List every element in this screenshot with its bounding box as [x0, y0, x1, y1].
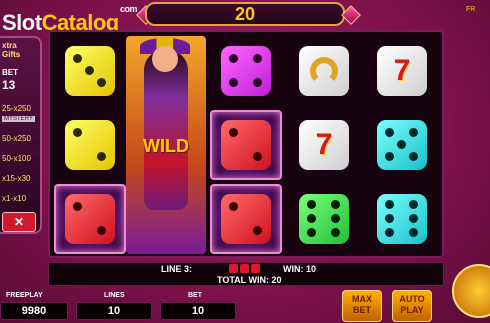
win-display: 20: [145, 2, 345, 26]
dice-mini-icon: [240, 264, 249, 273]
max-bet-line1: MAX: [352, 294, 372, 304]
logo-part-slot: Slot: [2, 10, 42, 35]
reel-cell: 7: [366, 36, 438, 106]
dice-red-icon: [221, 120, 271, 170]
dice-red-icon: [221, 194, 271, 244]
reel-cell: 7: [288, 110, 360, 180]
dice-cyan-icon: [377, 194, 427, 244]
corner-label: FR: [466, 6, 476, 13]
extra-gifts-panel: xtra Gifts BET 13 25-x250 MYSTERY 50-x25…: [0, 36, 42, 234]
dice-mini-icon: [251, 264, 260, 273]
dice-red-icon: [65, 194, 115, 244]
panel-row: 25-x250: [2, 104, 31, 113]
panel-row: 50-x100: [2, 154, 31, 163]
horseshoe-icon: [299, 46, 349, 96]
jester-figure: [144, 50, 188, 210]
reels-area: WILD 7 7: [48, 30, 444, 258]
freeplay-value: 9980: [0, 302, 68, 320]
freeplay-label: FREEPLAY: [6, 292, 43, 299]
lines-value[interactable]: 10: [76, 302, 152, 320]
reel-cell: [288, 36, 360, 106]
dice-green-icon: [299, 194, 349, 244]
reel-cell: [366, 184, 438, 254]
win-display-value: 20: [234, 3, 256, 24]
lines-label: LINES: [104, 292, 125, 299]
spin-button[interactable]: [452, 264, 490, 318]
panel-row: x1-x10: [2, 194, 27, 203]
dice-yellow-icon: [65, 46, 115, 96]
reel-cell: [210, 36, 282, 106]
reel-cell: [54, 36, 126, 106]
wild-label: WILD: [143, 136, 189, 156]
autoplay-line2: PLAY: [400, 305, 424, 315]
reel-3: [210, 36, 282, 256]
dice-magenta-icon: [221, 46, 271, 96]
autoplay-line1: AUTO: [399, 294, 425, 304]
dice-mini-icon: [229, 264, 238, 273]
reel-1: [54, 36, 126, 256]
seven-icon: 7: [299, 120, 349, 170]
reel-cell: [54, 110, 126, 180]
panel-row: MYSTERY: [2, 116, 35, 122]
wild-symbol: WILD: [126, 36, 206, 254]
reel-cell-winning: [210, 110, 282, 180]
total-win: TOTAL WIN: 20: [217, 275, 282, 285]
max-bet-button[interactable]: MAX BET: [342, 290, 382, 322]
jester-face: [152, 46, 178, 72]
logo-part-com: com: [120, 4, 138, 14]
win-info-bar: LINE 3: WIN: 10 TOTAL WIN: 20: [48, 262, 444, 286]
line-win: WIN: 10: [283, 264, 317, 274]
bet-label: BET: [188, 292, 202, 299]
reel-4: 7: [288, 36, 360, 256]
seven-icon: 7: [377, 46, 427, 96]
panel-row: x15-x30: [2, 174, 31, 183]
reel-cell-winning: [210, 184, 282, 254]
panel-title-1: xtra: [2, 41, 17, 50]
dice-cyan-icon: [377, 120, 427, 170]
reel-cell-winning: [54, 184, 126, 254]
reel-5: 7: [366, 36, 438, 256]
autoplay-button[interactable]: AUTO PLAY: [392, 290, 432, 322]
dice-yellow-icon: [65, 120, 115, 170]
panel-title-2: Gifts: [2, 50, 21, 59]
panel-bet-value: 13: [2, 78, 16, 92]
reel-cell: [366, 110, 438, 180]
close-icon[interactable]: ✕: [2, 212, 36, 232]
bet-value[interactable]: 10: [160, 302, 236, 320]
panel-row: 50-x250: [2, 134, 31, 143]
line-label: LINE 3:: [161, 264, 193, 274]
reel-cell: [288, 184, 360, 254]
max-bet-line2: BET: [353, 305, 371, 315]
panel-bet-label: BET: [2, 68, 18, 77]
